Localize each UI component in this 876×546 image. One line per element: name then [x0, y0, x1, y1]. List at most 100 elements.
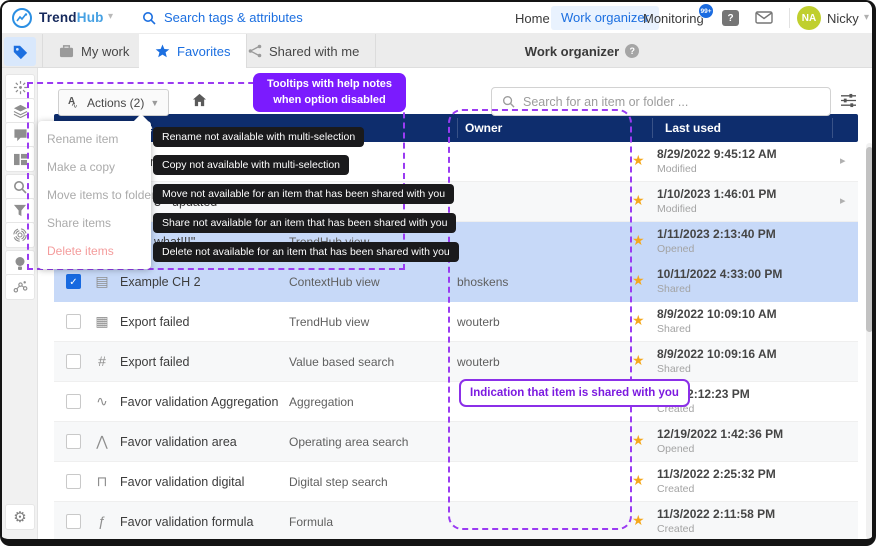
last-used-activity: Created [657, 483, 695, 495]
trendhub-logo-icon [12, 8, 32, 28]
column-header-last-used[interactable]: Last used [665, 121, 721, 135]
row-checkbox[interactable] [66, 354, 81, 369]
tooltip-share: Share not available for an item that has… [153, 213, 457, 233]
filter-settings-icon[interactable] [840, 93, 857, 113]
tooltip-move: Move not available for an item that has … [153, 184, 455, 204]
item-name[interactable]: Favor validation Aggregation [120, 395, 278, 409]
avatar[interactable]: NA [797, 6, 821, 30]
app-window: TrendHub ▾ Search tags & attributes Home… [0, 0, 876, 546]
scrollbar-thumb[interactable] [866, 147, 872, 332]
favorite-star-icon[interactable]: ★ [632, 352, 645, 369]
tooltip-copy: Copy not available with multi-selection [153, 155, 350, 175]
last-used-date: 8/9/2022 10:09:10 AM [657, 307, 777, 321]
item-type: Aggregation [289, 395, 354, 409]
menu-item-copy[interactable]: Make a copy [38, 153, 151, 181]
divider [789, 8, 790, 28]
share-icon [248, 44, 262, 58]
last-used-date: 1/11/2023 2:13:40 PM [657, 227, 776, 241]
row-checkbox[interactable] [66, 394, 81, 409]
item-name[interactable]: Favor validation area [120, 435, 237, 449]
page-title: Work organizer ? [432, 34, 732, 68]
row-checkbox[interactable] [66, 314, 81, 329]
last-used-date: 8/9/2022 10:09:16 AM [657, 347, 777, 361]
actions-dropdown-menu: Rename item Make a copy Move items to fo… [38, 113, 155, 269]
row-checkbox[interactable] [66, 434, 81, 449]
favorite-star-icon[interactable]: ★ [632, 232, 645, 249]
favorite-star-icon[interactable]: ★ [632, 512, 645, 529]
item-type: Value based search [289, 355, 395, 369]
favorite-star-icon[interactable]: ★ [632, 152, 645, 169]
item-type: TrendHub view [289, 315, 370, 329]
last-used-date: 1/10/2023 1:46:01 PM [657, 187, 777, 201]
item-name[interactable]: Favor validation digital [120, 475, 244, 489]
expand-chevron-icon[interactable]: ▸ [840, 154, 846, 167]
last-used-date: 8/29/2022 9:45:12 AM [657, 147, 777, 161]
user-menu-caret-icon[interactable]: ▾ [864, 12, 869, 23]
favorite-star-icon[interactable]: ★ [632, 272, 645, 289]
search-icon [143, 11, 156, 25]
last-used-activity: Opened [657, 243, 695, 255]
star-icon [155, 44, 170, 58]
brand-name: TrendHub [39, 10, 104, 25]
sidebar-gear-icon[interactable]: ⚙ [5, 504, 35, 530]
top-bar: TrendHub ▾ Search tags & attributes Home… [2, 2, 872, 34]
briefcase-icon [59, 45, 74, 58]
contexthub-type-icon: ▤ [95, 273, 109, 289]
tab-bar: My work Favorites Shared with me Work or… [2, 34, 872, 68]
menu-item-rename[interactable]: Rename item [38, 125, 151, 153]
favorite-star-icon[interactable]: ★ [632, 312, 645, 329]
row-checkbox[interactable] [66, 514, 81, 529]
area-type-icon: ⋀ [96, 433, 108, 449]
last-used-activity: Modified [657, 203, 697, 215]
monitoring-badge: 99+ [698, 3, 714, 19]
item-name[interactable]: Export failed [120, 355, 189, 369]
search-icon [502, 95, 515, 108]
annotation-region-owner [448, 109, 632, 530]
tab-shared-with-me[interactable]: Shared with me [232, 34, 377, 68]
trendhub-type-icon: ▦ [95, 313, 109, 329]
scrollbar[interactable] [866, 143, 872, 539]
mail-icon[interactable] [755, 11, 773, 29]
user-name[interactable]: Nicky [827, 11, 859, 26]
nav-monitoring[interactable]: Monitoring [643, 11, 704, 26]
title-help-icon[interactable]: ? [625, 44, 640, 58]
digital-type-icon: ⊓ [96, 473, 108, 489]
tag-search[interactable]: Search tags & attributes [142, 10, 303, 25]
expand-chevron-icon[interactable]: ▸ [840, 194, 846, 207]
last-used-activity: Modified [657, 163, 697, 175]
last-used-activity: Shared [657, 283, 691, 295]
menu-item-move[interactable]: Move items to folder [38, 181, 155, 209]
help-icon[interactable]: ? [722, 10, 739, 26]
sidebar-scatter-icon[interactable] [5, 274, 35, 300]
row-checkbox[interactable] [66, 474, 81, 489]
last-used-date: 11/3/2022 2:25:32 PM [657, 467, 776, 481]
item-name[interactable]: Favor validation formula [120, 515, 253, 529]
tab-my-work[interactable]: My work [42, 34, 147, 68]
menu-item-share[interactable]: Share items [38, 209, 151, 237]
last-used-activity: Shared [657, 363, 691, 375]
last-used-activity: Opened [657, 443, 695, 455]
tag-icon [13, 45, 28, 59]
item-search-input[interactable] [523, 94, 820, 109]
value-type-icon: # [98, 353, 106, 369]
tooltip-delete: Delete not available for an item that ha… [153, 242, 459, 262]
last-used-date: 12/19/2022 1:42:36 PM [657, 427, 784, 441]
last-used-activity: Shared [657, 323, 691, 335]
item-type: Digital step search [289, 475, 388, 489]
nav-home[interactable]: Home [515, 11, 550, 26]
item-name[interactable]: Export failed [120, 315, 189, 329]
last-used-date: 10/11/2022 4:33:00 PM [657, 267, 783, 281]
item-name[interactable]: Example CH 2 [120, 275, 201, 289]
last-used-date: 11/3/2022 2:11:58 PM [657, 507, 776, 521]
shared-indication-callout: Indication that item is shared with you [459, 379, 690, 407]
last-used-activity: Created [657, 523, 695, 535]
brand-caret-icon[interactable]: ▾ [108, 11, 113, 22]
tab-tags[interactable] [4, 37, 36, 66]
favorite-star-icon[interactable]: ★ [632, 472, 645, 489]
favorite-star-icon[interactable]: ★ [632, 192, 645, 209]
tag-search-label: Search tags & attributes [164, 10, 303, 25]
menu-item-delete[interactable]: Delete items [38, 237, 151, 265]
row-checkbox[interactable]: ✓ [66, 274, 81, 289]
favorite-star-icon[interactable]: ★ [632, 432, 645, 449]
help-note-tooltip: Tooltips with help notes when option dis… [253, 73, 406, 112]
